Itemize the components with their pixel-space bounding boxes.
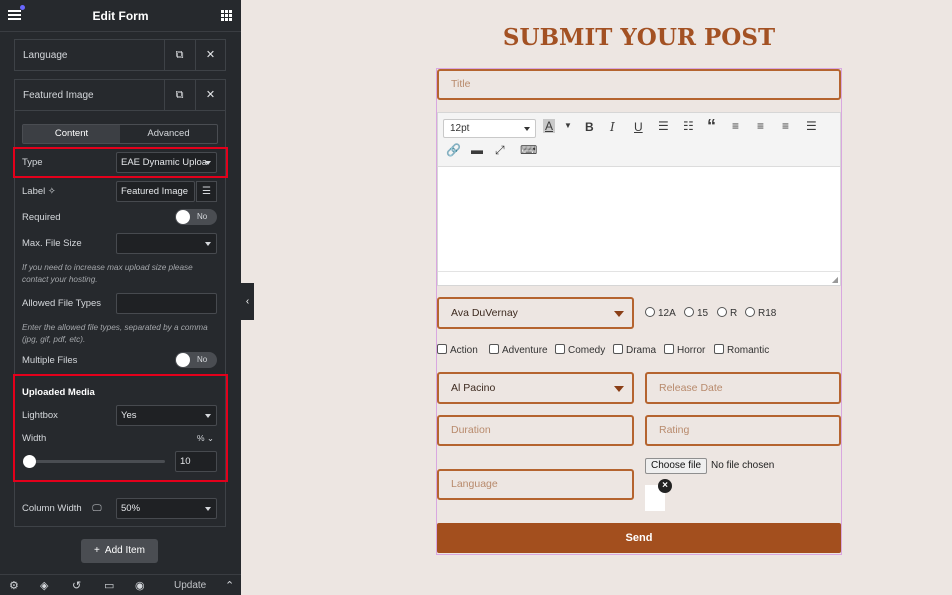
repeater-item-language[interactable]: Language ⧉ ✕ [14, 39, 226, 71]
panel-title: Edit Form [92, 9, 149, 23]
numbered-list-icon[interactable]: ☷ [683, 119, 694, 133]
checkbox-drama[interactable]: Drama [613, 344, 656, 356]
rating-input[interactable]: Rating [645, 415, 841, 446]
choose-file-button[interactable]: Choose file [645, 458, 707, 474]
keyboard-icon[interactable]: ⌨ [520, 143, 537, 157]
max-file-size-label: Max. File Size [22, 238, 82, 249]
remove-file-close-icon[interactable]: × [658, 479, 672, 493]
checkbox-comedy[interactable]: Comedy [555, 344, 605, 356]
fullscreen-icon[interactable]: ⤢ [495, 143, 505, 158]
horizontal-rule-icon[interactable]: ▬ [471, 143, 483, 157]
checkbox-action[interactable]: Action [437, 344, 478, 356]
max-file-size-help: If you need to increase max upload size … [22, 263, 193, 284]
send-button[interactable]: Send [437, 523, 841, 553]
close-icon[interactable]: ✕ [195, 40, 225, 70]
layers-icon[interactable]: ◈ [40, 579, 48, 592]
blockquote-icon[interactable]: “ [707, 116, 716, 137]
lightbox-select[interactable]: Yes [116, 405, 217, 426]
desktop-icon[interactable]: 🖵 [92, 503, 101, 514]
history-icon[interactable]: ↺ [72, 579, 81, 592]
italic-icon[interactable]: I [610, 120, 615, 134]
repeater-item-featured-image[interactable]: Featured Image ⧉ ✕ [14, 79, 226, 111]
settings-gear-icon[interactable]: ⚙ [9, 579, 19, 592]
repeater-item-label: Language [23, 50, 68, 61]
ai-sparkle-icon[interactable]: ✧ [48, 186, 56, 197]
align-justify-icon[interactable]: ☰ [806, 119, 817, 133]
editor-panel: Edit Form Language ⧉ ✕ Featured Image ⧉ … [0, 0, 241, 595]
duplicate-icon[interactable]: ⧉ [164, 40, 194, 70]
uploaded-media-heading: Uploaded Media [22, 387, 95, 398]
title-input[interactable]: Title [437, 69, 841, 100]
font-size-select[interactable]: 12pt [443, 119, 536, 138]
width-input[interactable]: 10 [175, 451, 217, 472]
label-input[interactable]: Featured Image [116, 181, 195, 202]
duration-input[interactable]: Duration [437, 415, 634, 446]
widgets-grid-icon[interactable] [221, 10, 232, 21]
preview-eye-icon[interactable]: ◉ [135, 579, 145, 592]
bold-icon[interactable]: B [585, 120, 594, 134]
required-toggle[interactable]: No [175, 209, 217, 225]
close-icon[interactable]: ✕ [195, 80, 225, 110]
label-label: Label ✧ [22, 186, 56, 197]
width-slider-handle[interactable] [23, 455, 36, 468]
multiple-files-label: Multiple Files [22, 355, 78, 366]
color-dropdown-icon[interactable]: ▼ [564, 121, 572, 130]
allowed-file-types-label: Allowed File Types [22, 298, 102, 309]
actor-select[interactable]: Al Pacino [437, 372, 634, 404]
language-input[interactable]: Language [437, 469, 634, 500]
release-date-input[interactable]: Release Date [645, 372, 841, 404]
type-label: Type [22, 157, 43, 168]
width-unit-selector[interactable]: % ⌄ [197, 433, 214, 444]
panel-footer: ⚙ ◈ ↺ ▭ ◉ Update ⌃ [0, 574, 241, 595]
radio-15[interactable]: 15 [684, 307, 708, 319]
text-color-icon[interactable]: A [543, 119, 556, 133]
panel-header: Edit Form [0, 0, 241, 32]
bullet-list-icon[interactable]: ☰ [658, 119, 669, 133]
content-tabs: Content Advanced [22, 124, 218, 144]
align-right-icon[interactable]: ≡ [782, 119, 789, 133]
radio-12a[interactable]: 12A [645, 307, 676, 319]
editor-status-bar: ◢ [438, 271, 840, 285]
allowed-file-types-input[interactable] [116, 293, 217, 314]
update-button[interactable]: Update [174, 580, 206, 591]
tab-content[interactable]: Content [23, 125, 120, 143]
align-center-icon[interactable]: ≡ [757, 119, 764, 133]
duplicate-icon[interactable]: ⧉ [164, 80, 194, 110]
radio-r[interactable]: R [717, 307, 737, 319]
multiple-files-toggle[interactable]: No [175, 352, 217, 368]
chevron-up-icon[interactable]: ⌃ [225, 579, 234, 592]
underline-icon[interactable]: U [634, 120, 643, 134]
lightbox-label: Lightbox [22, 410, 58, 421]
checkbox-adventure[interactable]: Adventure [489, 344, 548, 356]
plus-icon: + [94, 545, 100, 556]
type-select[interactable]: EAE Dynamic Uploa [116, 152, 217, 173]
align-left-icon[interactable]: ≡ [732, 119, 739, 133]
max-file-size-select[interactable] [116, 233, 217, 254]
resize-handle-icon[interactable]: ◢ [832, 275, 838, 284]
responsive-icon[interactable]: ▭ [104, 579, 114, 592]
add-item-button[interactable]: + Add Item [81, 539, 158, 563]
file-status-text: No file chosen [711, 460, 775, 471]
tab-advanced[interactable]: Advanced [120, 125, 217, 143]
checkbox-romantic[interactable]: Romantic [714, 344, 769, 356]
form-heading: SUBMIT YOUR POST [502, 24, 776, 51]
width-label: Width [22, 433, 47, 444]
repeater-item-label: Featured Image [23, 90, 94, 101]
column-width-label: Column Width 🖵 [22, 503, 102, 514]
required-label: Required [22, 212, 61, 223]
allowed-file-types-help: Enter the allowed file types, separated … [22, 323, 208, 344]
column-width-select[interactable]: 50% [116, 498, 217, 519]
link-icon[interactable]: 🔗 [446, 143, 461, 157]
radio-r18[interactable]: R18 [745, 307, 776, 319]
collapse-panel-chevron-icon[interactable]: ‹ [241, 283, 254, 320]
director-select[interactable]: Ava DuVernay [437, 297, 634, 329]
checkbox-horror[interactable]: Horror [664, 344, 705, 356]
width-slider-track[interactable] [30, 460, 165, 463]
dynamic-tags-icon[interactable]: ☰ [196, 181, 217, 202]
rich-text-editor[interactable]: 12pt A ▼ B I U ☰ ☷ “ ≡ ≡ ≡ ☰ 🔗 ▬ ⤢ ⌨ ◢ [437, 112, 841, 286]
editor-toolbar: 12pt A ▼ B I U ☰ ☷ “ ≡ ≡ ≡ ☰ 🔗 ▬ ⤢ ⌨ [438, 113, 840, 167]
